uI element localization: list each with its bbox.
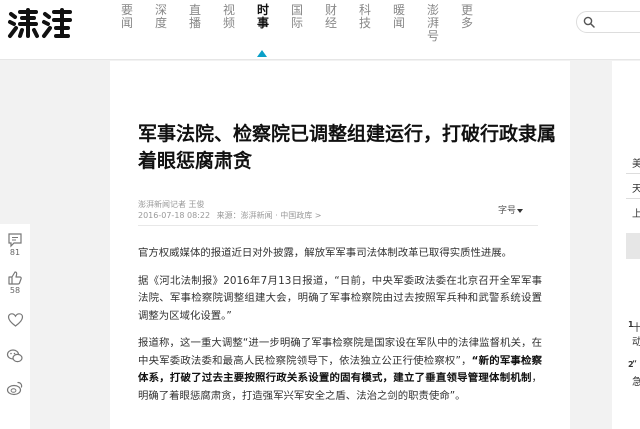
article-source-link[interactable]: 来源：澎湃新闻 · 中国政库 > [217,211,322,220]
sidebar-thumbnail[interactable] [626,233,640,259]
site-logo[interactable] [6,6,74,40]
article-date: 2016-07-18 08:22 [138,211,211,220]
weibo-share-button[interactable] [0,380,30,396]
heart-icon [7,313,23,327]
nav-label: 科技 [359,3,372,30]
nav-label: 财经 [325,3,338,30]
meta-divider [138,225,538,226]
nav-label: 澎湃号 [427,3,440,43]
nav-label: 时事 [257,3,270,30]
right-sidebar: 美 天 上 1 十 动 2 “ 急 [612,61,640,429]
nav-label: 视频 [223,3,236,30]
article-author: 澎湃新闻记者 王俊 [138,200,205,209]
nav-label: 暖闻 [393,3,406,30]
paragraph: 官方权威媒体的报道近日对外披露，解放军军事司法体制改革已取得实质性进展。 [138,247,513,259]
paragraph: 报道称，这一重大调整“进一步明确了军事检察院是国家设在军队中的法律监督机关，在中… [138,335,542,405]
sidebar-headline[interactable]: 天 [632,180,640,195]
like-button[interactable]: 58 [0,270,30,295]
sidebar-headline[interactable]: 十 [632,319,640,334]
wechat-icon [6,349,23,363]
nav-label: 要闻 [121,3,134,30]
nav-item-keji[interactable]: 科技 [348,4,382,60]
search-icon[interactable] [583,16,595,28]
weibo-icon [6,381,23,396]
article-title: 军事法院、检察院已调整组建运行，打破行政隶属着眼惩腐肃贪 [138,123,557,172]
nav-label: 更多 [461,3,474,30]
search-input[interactable] [576,11,640,33]
article-body: 官方权威媒体的报道近日对外披露，解放军军事司法体制改革已取得实质性进展。 据《河… [138,245,542,415]
comment-button[interactable]: 81 [0,232,30,257]
nav-label: 国际 [291,3,304,30]
nav-item-zhibo[interactable]: 直播 [178,4,212,60]
nav-item-caijing[interactable]: 财经 [314,4,348,60]
nav-item-pengpaihao[interactable]: 澎湃号 [416,4,450,60]
nav-label: 直播 [189,3,202,30]
sidebar-headline[interactable]: “ [632,359,637,370]
font-size-label: 字号 [498,206,517,216]
sidebar-divider [626,198,640,199]
like-count: 58 [9,286,21,295]
wechat-share-button[interactable] [0,348,30,364]
nav-item-shendu[interactable]: 深度 [144,4,178,60]
nav-label: 深度 [155,3,168,30]
sidebar-headline[interactable]: 动 [632,333,640,348]
thumbs-up-icon [8,271,22,285]
font-size-button[interactable]: 字号 [498,203,524,216]
active-tab-indicator-icon [257,50,267,57]
logo-mark-icon [8,8,72,38]
sidebar-headline[interactable]: 上 [632,205,640,220]
comment-icon [8,233,22,248]
comment-count: 81 [9,248,21,257]
sidebar-headline[interactable]: 急 [632,373,640,388]
nav-item-gengduo[interactable]: 更多 [450,4,484,60]
main-nav: 要闻 深度 直播 视频 时事 国际 财经 科技 暖闻 澎湃号 更多 [110,4,484,60]
caret-down-icon [517,208,524,213]
favorite-button[interactable] [0,312,30,328]
article-card: 军事法院、检察院已调整组建运行，打破行政隶属着眼惩腐肃贪 澎湃新闻记者 王俊 2… [110,61,570,429]
nav-item-shipin[interactable]: 视频 [212,4,246,60]
article-meta: 2016-07-18 08:22 来源：澎湃新闻 · 中国政库 > [138,210,326,221]
site-header: 要闻 深度 直播 视频 时事 国际 财经 科技 暖闻 澎湃号 更多 [0,0,640,60]
nav-item-nuanwen[interactable]: 暖闻 [382,4,416,60]
sidebar-headline[interactable]: 美 [632,155,640,170]
nav-item-shishi[interactable]: 时事 [246,4,280,60]
nav-item-guoji[interactable]: 国际 [280,4,314,60]
nav-item-yaowen[interactable]: 要闻 [110,4,144,60]
sidebar-divider [626,173,640,174]
paragraph: 据《河北法制报》2016年7月13日报道，“日前，中央军委政法委在北京召开全军军… [138,274,542,322]
share-bar: 81 58 [0,224,30,429]
